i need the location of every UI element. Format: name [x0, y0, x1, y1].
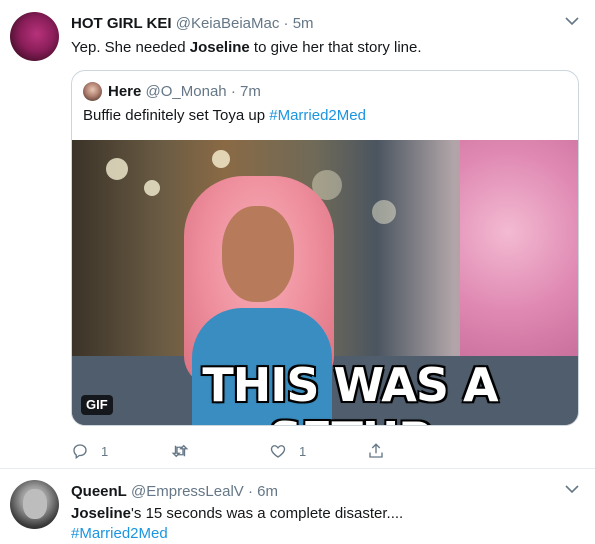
- display-name[interactable]: HOT GIRL KEI: [71, 15, 172, 32]
- gif-caption: THIS WAS A SETUP: [202, 358, 498, 425]
- timestamp[interactable]: 6m: [257, 483, 278, 500]
- quoted-timestamp: 7m: [239, 83, 261, 100]
- separator-dot: ·: [230, 83, 236, 100]
- quoted-header: Here @O_Monah · 7m: [108, 83, 261, 100]
- bokeh-light: [106, 158, 128, 180]
- avatar[interactable]: [10, 480, 59, 529]
- tweet-header: HOT GIRL KEI @KeiaBeiaMac · 5m: [71, 15, 314, 32]
- quoted-username: @O_Monah: [145, 83, 227, 100]
- bokeh-light: [144, 180, 160, 196]
- tweet-keiabeiamac[interactable]: HOT GIRL KEI @KeiaBeiaMac · 5m Yep. She …: [0, 0, 595, 469]
- timestamp[interactable]: 5m: [293, 15, 314, 32]
- username[interactable]: @KeiaBeiaMac: [176, 15, 280, 32]
- reply-count: 1: [101, 443, 109, 459]
- tweet-text: Yep. She needed Joseline to give her tha…: [71, 38, 422, 58]
- tweet-header: QueenL @EmpressLealV · 6m: [71, 483, 278, 500]
- separator-dot: ·: [283, 15, 289, 32]
- quoted-avatar: [83, 82, 102, 101]
- like-button[interactable]: 1: [269, 441, 306, 461]
- tweet-empresslealv[interactable]: QueenL @EmpressLealV · 6m Joseline's 15 …: [0, 470, 595, 542]
- retweet-button[interactable]: [171, 441, 201, 461]
- gif-media[interactable]: THIS WAS A SETUP GIF: [72, 140, 578, 425]
- background-wall: [460, 140, 578, 370]
- separator-dot: ·: [247, 483, 253, 500]
- display-name[interactable]: QueenL: [71, 483, 127, 500]
- hashtag-link[interactable]: #Married2Med: [71, 525, 168, 542]
- tweet-text-part: Yep. She needed: [71, 39, 190, 56]
- quoted-tweet[interactable]: Here @O_Monah · 7m Buffie definitely set…: [71, 70, 579, 426]
- quoted-text-part: Buffie definitely set Toya up: [83, 107, 270, 124]
- bokeh-light: [372, 200, 396, 224]
- heart-icon: [270, 445, 286, 458]
- tweet-actions: 1 1: [71, 441, 491, 461]
- tweet-text-part: to give her that story line.: [249, 39, 422, 56]
- tweet-text-bold: Joseline: [189, 39, 250, 56]
- retweet-icon: [171, 444, 189, 458]
- gif-badge: GIF: [81, 395, 113, 415]
- tweet-text: Joseline's 15 seconds was a complete dis…: [71, 504, 403, 544]
- hashtag-link[interactable]: #Married2Med: [269, 107, 366, 124]
- share-icon: [369, 443, 383, 458]
- reply-button[interactable]: 1: [71, 441, 108, 461]
- tweet-text-bold: Joseline: [71, 505, 132, 522]
- bokeh-light: [212, 150, 230, 168]
- username[interactable]: @EmpressLealV: [131, 483, 244, 500]
- share-button[interactable]: [367, 441, 385, 461]
- chevron-down-icon[interactable]: [565, 484, 579, 494]
- quoted-text: Buffie definitely set Toya up #Married2M…: [83, 107, 366, 124]
- reply-icon: [73, 444, 87, 460]
- tweet-text-part: 's 15 seconds was a complete disaster...…: [131, 505, 404, 522]
- avatar[interactable]: [10, 12, 59, 61]
- like-count: 1: [299, 443, 307, 459]
- avatar-face: [23, 489, 47, 519]
- quoted-display-name: Here: [108, 83, 142, 100]
- person-face: [222, 206, 294, 302]
- chevron-down-icon[interactable]: [565, 16, 579, 26]
